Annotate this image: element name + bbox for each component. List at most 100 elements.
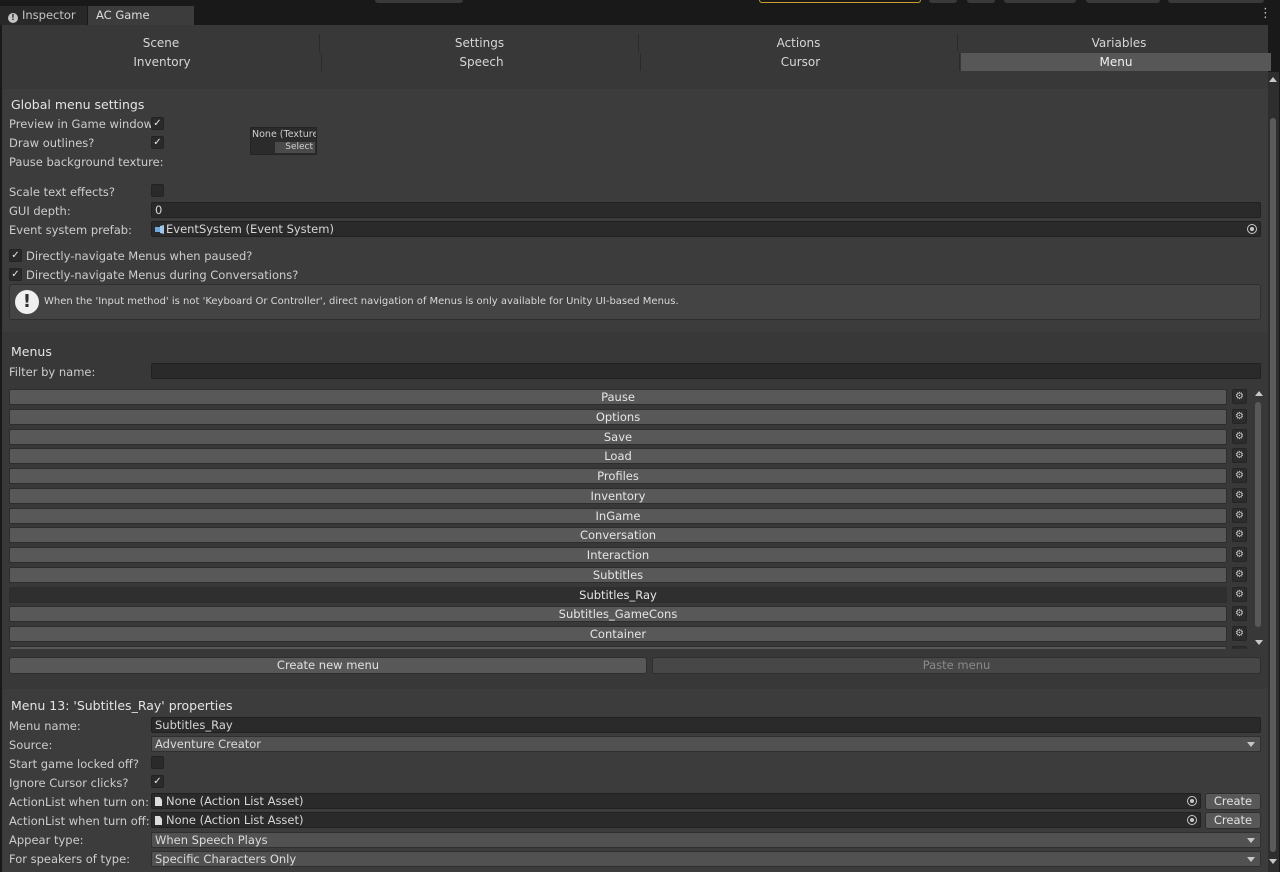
ignore-cursor-checkbox[interactable]: ✓: [151, 775, 164, 788]
outlines-checkbox[interactable]: ✓: [151, 136, 164, 149]
actionlist-on-value: None (Action List Asset): [166, 794, 304, 808]
gui-depth-input[interactable]: 0: [151, 202, 1261, 218]
gear-icon[interactable]: ⚙: [1232, 527, 1247, 542]
nav-conversations-checkbox[interactable]: ✓: [9, 268, 22, 281]
actionlist-on-field[interactable]: None (Action List Asset): [151, 793, 1201, 809]
gear-icon[interactable]: ⚙: [1232, 409, 1247, 424]
menu-item[interactable]: InGame: [9, 508, 1227, 524]
tab-ac-game-editor[interactable]: AC Game Editor: [88, 6, 194, 41]
gear-icon[interactable]: ⚙: [1232, 606, 1247, 621]
gear-icon[interactable]: ⚙: [1232, 389, 1247, 404]
tab-menu[interactable]: Menu: [961, 53, 1271, 71]
filter-input[interactable]: [151, 363, 1261, 379]
actionlist-off-label: ActionList when turn off:: [9, 814, 150, 828]
menu-item[interactable]: Load: [9, 448, 1227, 464]
menu-item[interactable]: Interaction: [9, 547, 1227, 563]
nav-paused-checkbox[interactable]: ✓: [9, 249, 22, 262]
appear-type-dropdown[interactable]: When Speech Plays: [151, 832, 1261, 848]
ignore-cursor-label: Ignore Cursor clicks?: [9, 776, 129, 790]
menu-name-input[interactable]: Subtitles_Ray: [151, 717, 1261, 733]
scale-text-checkbox[interactable]: [151, 184, 164, 197]
actionlist-off-field[interactable]: None (Action List Asset): [151, 812, 1201, 828]
toolbar-remnant: [967, 0, 995, 3]
menu-item[interactable]: Inventory: [9, 488, 1227, 504]
menu-item[interactable]: Save: [9, 429, 1227, 445]
nav-conversations-label: Directly-navigate Menus during Conversat…: [26, 268, 299, 282]
menu-item[interactable]: Subtitles: [9, 567, 1227, 583]
toolbar-remnant: [375, 0, 463, 3]
toolbar-remnant: [929, 0, 957, 3]
tab-speech[interactable]: Speech: [323, 53, 641, 71]
start-locked-checkbox[interactable]: [151, 756, 164, 769]
gear-icon[interactable]: ⚙: [1232, 587, 1247, 602]
warning-icon: !: [15, 290, 39, 314]
preview-checkbox[interactable]: ✓: [151, 117, 164, 130]
window-tab-bar: ! Inspector AC Game Editor ⋮: [0, 0, 1280, 41]
source-label: Source:: [9, 738, 53, 752]
create-new-menu-button[interactable]: Create new menu: [9, 657, 647, 674]
gear-icon[interactable]: ⚙: [1232, 547, 1247, 562]
menu-list-scroll-thumb[interactable]: [1255, 402, 1261, 627]
menu-item-partial[interactable]: [9, 646, 1227, 649]
tab-settings[interactable]: Settings: [321, 34, 639, 52]
gear-icon[interactable]: ⚙: [1232, 448, 1247, 463]
tab-inspector[interactable]: ! Inspector: [0, 6, 87, 25]
gear-icon[interactable]: [1232, 646, 1247, 649]
source-value: Adventure Creator: [155, 737, 262, 751]
toolbar-remnant: [1086, 0, 1160, 3]
tab-inventory[interactable]: Inventory: [3, 53, 322, 71]
tab-variables[interactable]: Variables: [959, 34, 1279, 52]
gear-icon[interactable]: ⚙: [1232, 626, 1247, 641]
menu-item[interactable]: Options: [9, 409, 1227, 425]
help-text: When the 'Input method' is not 'Keyboard…: [44, 296, 679, 307]
gear-icon[interactable]: ⚙: [1232, 567, 1247, 582]
scroll-down-arrow-icon[interactable]: [1255, 640, 1263, 645]
tab-cursor[interactable]: Cursor: [642, 53, 960, 71]
gear-icon[interactable]: ⚙: [1232, 468, 1247, 483]
speakers-type-label: For speakers of type:: [9, 852, 131, 866]
create-actionlist-on-button[interactable]: Create: [1205, 793, 1261, 810]
window-scroll-thumb[interactable]: [1270, 118, 1276, 852]
menu-item[interactable]: Conversation: [9, 527, 1227, 543]
menu-item[interactable]: Container: [9, 626, 1227, 642]
toolbar-remnant-highlight: [759, 0, 921, 3]
chevron-down-icon: [1247, 857, 1255, 862]
window-scroll-down-arrow-icon[interactable]: [1269, 859, 1277, 864]
chevron-down-icon: [1247, 838, 1255, 843]
speakers-type-dropdown[interactable]: Specific Characters Only: [151, 851, 1261, 867]
tab-actions[interactable]: Actions: [640, 34, 958, 52]
create-actionlist-off-button[interactable]: Create: [1205, 812, 1261, 829]
menu-list-scrollbar[interactable]: [1254, 388, 1264, 648]
window-scroll-up-arrow-icon[interactable]: [1269, 77, 1277, 82]
appear-type-label: Appear type:: [9, 833, 84, 847]
scale-text-label: Scale text effects?: [9, 185, 115, 199]
menu-item[interactable]: Subtitles_GameCons: [9, 606, 1227, 622]
chevron-down-icon: [1247, 742, 1255, 747]
gear-icon[interactable]: ⚙: [1232, 488, 1247, 503]
kebab-menu-icon[interactable]: ⋮: [1259, 7, 1272, 20]
gear-icon[interactable]: ⚙: [1232, 429, 1247, 444]
toolbar-remnant: [1168, 0, 1264, 3]
section-tabs-row-2: Inventory Speech Cursor Menu: [3, 53, 1279, 71]
pause-texture-field[interactable]: None (Texture Select: [250, 127, 317, 155]
window-scrollbar[interactable]: [1268, 72, 1279, 872]
event-system-icon: [155, 225, 164, 234]
scroll-up-arrow-icon[interactable]: [1255, 391, 1263, 396]
toolbar-remnant: [1004, 0, 1076, 3]
gear-icon[interactable]: ⚙: [1232, 508, 1247, 523]
object-picker-icon[interactable]: [1247, 224, 1257, 234]
object-picker-icon[interactable]: [1187, 815, 1197, 825]
paste-menu-button[interactable]: Paste menu: [652, 657, 1261, 674]
object-picker-icon[interactable]: [1187, 796, 1197, 806]
filter-label: Filter by name:: [9, 365, 96, 379]
menu-item[interactable]: Subtitles_Ray: [9, 587, 1227, 603]
pause-texture-select-button[interactable]: Select: [275, 142, 315, 153]
menu-item[interactable]: Profiles: [9, 468, 1227, 484]
outlines-label: Draw outlines?: [9, 136, 95, 150]
event-system-label: Event system prefab:: [9, 223, 132, 237]
menu-item[interactable]: Pause: [9, 389, 1227, 405]
tab-scene[interactable]: Scene: [3, 34, 320, 52]
source-dropdown[interactable]: Adventure Creator: [151, 736, 1261, 752]
appear-type-value: When Speech Plays: [155, 833, 268, 847]
event-system-field[interactable]: EventSystem (Event System): [151, 221, 1261, 237]
